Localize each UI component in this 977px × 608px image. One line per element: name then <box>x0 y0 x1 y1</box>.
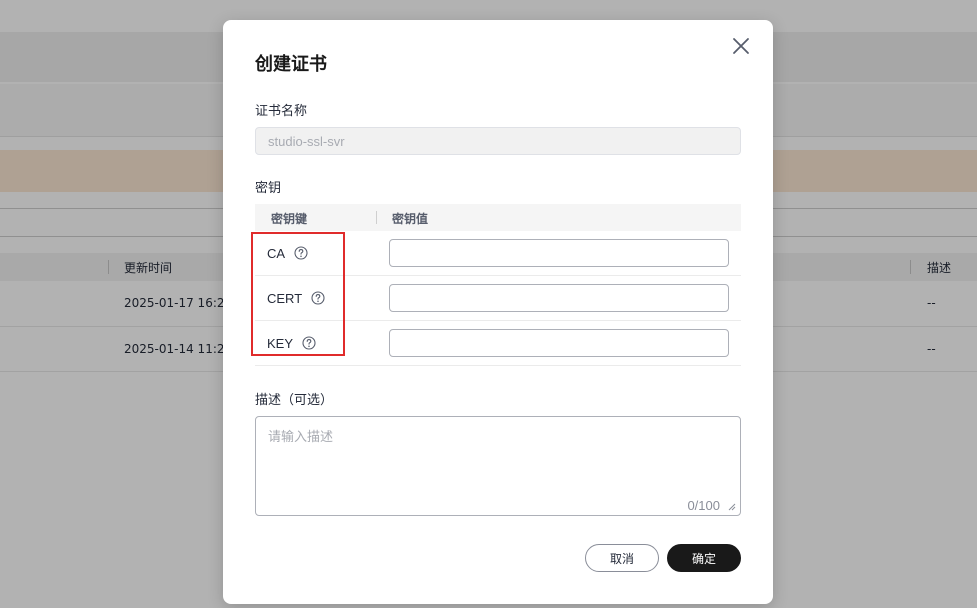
key-cell: KEY <box>267 321 316 365</box>
cancel-button[interactable]: 取消 <box>585 544 659 572</box>
cert-value-input[interactable] <box>389 284 729 312</box>
confirm-button[interactable]: 确定 <box>667 544 741 572</box>
close-button[interactable] <box>731 36 751 56</box>
key-value-input[interactable] <box>389 329 729 357</box>
close-icon <box>733 38 749 54</box>
key-value-table-header: 密钥键 密钥值 <box>255 204 741 231</box>
help-icon[interactable] <box>294 246 308 260</box>
help-icon[interactable] <box>311 291 325 305</box>
key-name: CERT <box>267 290 303 306</box>
description-label: 描述（可选） <box>255 393 334 408</box>
col-value-header: 密钥值 <box>392 212 429 226</box>
create-certificate-dialog: 创建证书 证书名称 密钥 密钥键 密钥值 CA CERT <box>223 20 773 604</box>
key-cell: CA <box>267 231 308 275</box>
resize-handle-icon[interactable] <box>728 503 736 511</box>
character-counter: 0/100 <box>687 498 720 513</box>
key-section-label: 密钥 <box>255 181 282 196</box>
ca-value-input[interactable] <box>389 239 729 267</box>
description-field: 0/100 <box>255 416 741 516</box>
key-row-cert: CERT <box>255 276 741 321</box>
key-cell: CERT <box>267 276 325 320</box>
certificate-name-label: 证书名称 <box>255 104 308 119</box>
key-name: KEY <box>267 335 294 351</box>
dialog-title: 创建证书 <box>255 54 327 75</box>
key-row-ca: CA <box>255 231 741 276</box>
description-textarea[interactable] <box>256 417 740 515</box>
key-row-key: KEY <box>255 321 741 366</box>
key-value-table: 密钥键 密钥值 CA CERT KEY <box>251 204 741 366</box>
column-separator <box>376 211 377 224</box>
help-icon[interactable] <box>302 336 316 350</box>
key-name: CA <box>267 245 286 261</box>
col-key-header: 密钥键 <box>271 212 308 226</box>
certificate-name-input <box>255 127 741 155</box>
